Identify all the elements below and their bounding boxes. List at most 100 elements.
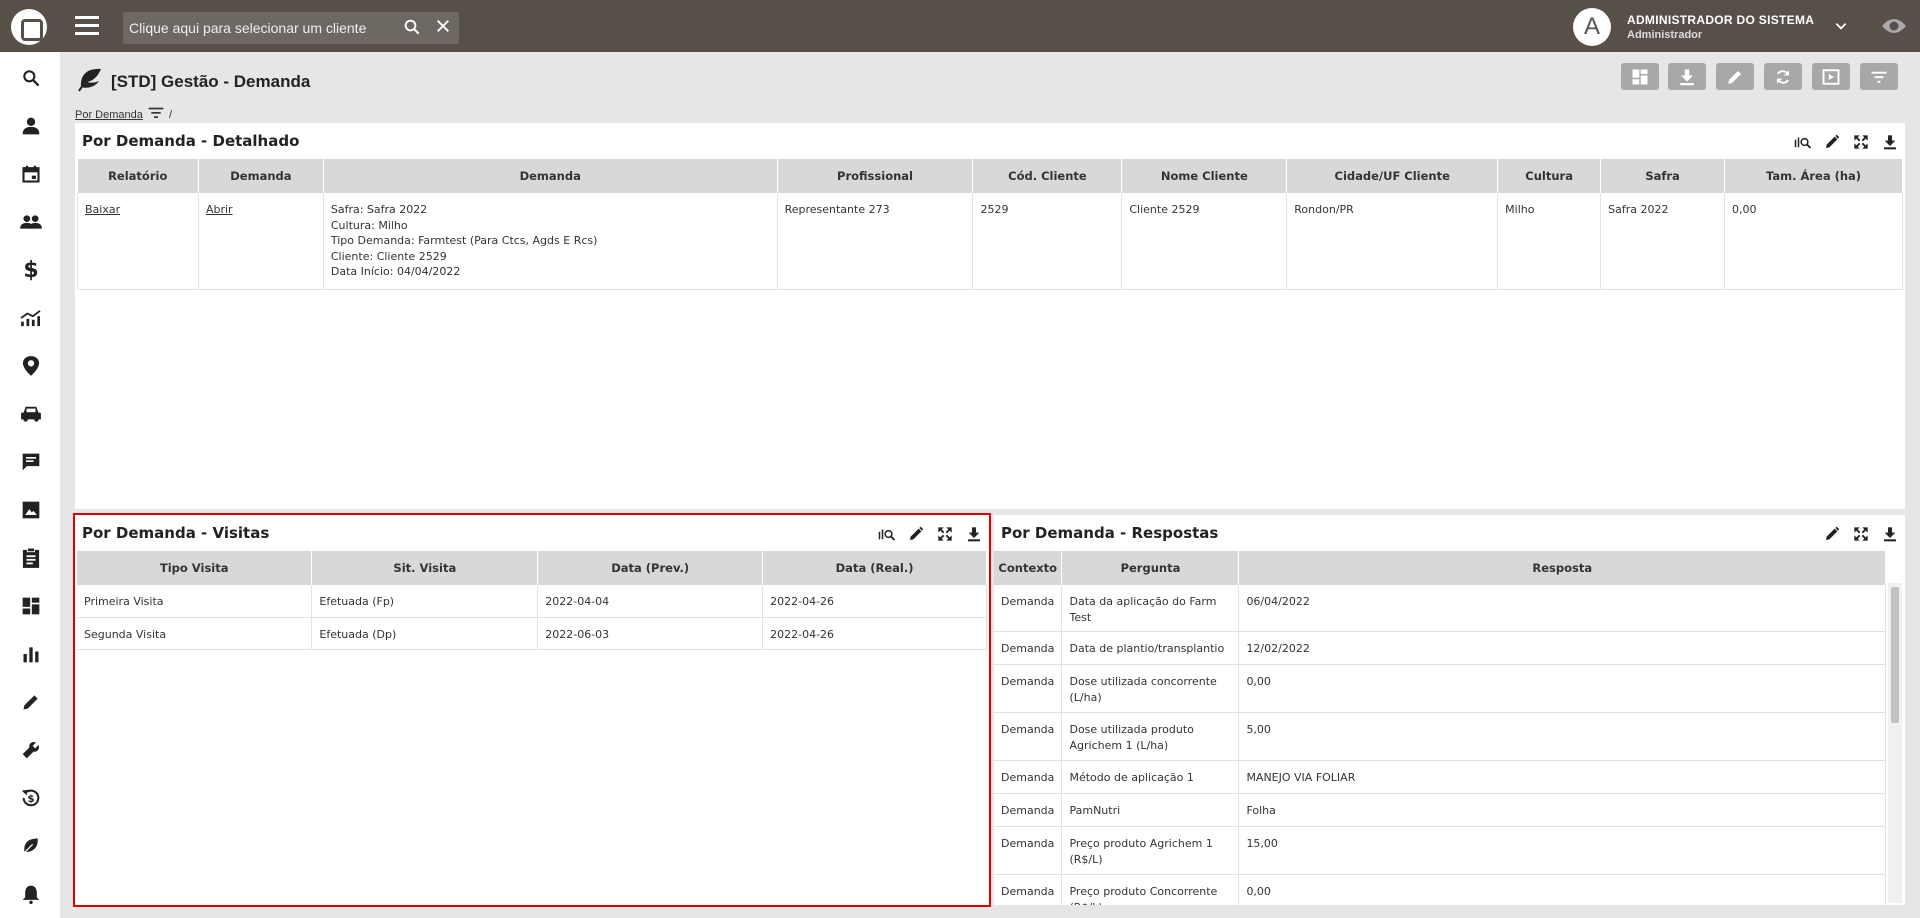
cell-data-prev: 2022-06-03 [537, 617, 764, 650]
cell-sit-visita: Efetuada (Dp) [311, 617, 539, 650]
user-role: Administrador [1627, 29, 1703, 41]
table-row[interactable]: Segunda Visita Efetuada (Dp) 2022-06-03 … [77, 617, 987, 650]
breadcrumb: Por Demanda / [75, 107, 172, 122]
download-button[interactable] [1668, 63, 1706, 90]
cell-nome-cliente: Cliente 2529 [1121, 193, 1288, 290]
download-icon[interactable] [965, 525, 983, 543]
column-header[interactable]: Pergunta [1061, 551, 1240, 585]
alert-icon[interactable] [19, 882, 43, 906]
cell-pergunta: Método de aplicação 1 [1061, 760, 1240, 794]
table-row[interactable]: Demanda PamNutri Folha [994, 793, 1886, 827]
table-row[interactable]: Primeira Visita Efetuada (Fp) 2022-04-04… [77, 585, 987, 618]
chevron-down-icon[interactable] [1834, 18, 1848, 37]
column-header[interactable]: Data (Prev.) [537, 551, 764, 585]
column-header[interactable]: Tam. Área (ha) [1724, 159, 1903, 193]
edit-button[interactable] [1716, 63, 1754, 90]
person-icon[interactable] [19, 114, 43, 138]
filter-icon[interactable] [148, 107, 164, 122]
cell-resposta: Folha [1238, 793, 1886, 827]
column-header[interactable]: Cód. Cliente [972, 159, 1123, 193]
menu-icon[interactable] [75, 16, 99, 36]
demand-detail-line: Safra: Safra 2022 [330, 203, 428, 216]
column-header[interactable]: Profissional [777, 159, 974, 193]
column-header[interactable]: Demanda [198, 159, 324, 193]
panel-title: Por Demanda - Respostas [1001, 524, 1219, 542]
column-header[interactable]: Data (Real.) [762, 551, 987, 585]
top-bar: A ADMINISTRADOR DO SISTEMA Administrador [0, 0, 1920, 52]
cell-sit-visita: Efetuada (Fp) [311, 585, 539, 618]
cell-contexto: Demanda [994, 712, 1063, 761]
pencil-icon[interactable] [19, 690, 43, 714]
table-row[interactable]: Demanda Dose utilizada concorrente (L/ha)… [994, 664, 1886, 713]
user-name[interactable]: ADMINISTRADOR DO SISTEMA [1627, 13, 1814, 27]
panel-actions [1823, 525, 1899, 543]
cell-resposta: 06/04/2022 [1238, 585, 1886, 632]
pencil-icon[interactable] [1823, 133, 1841, 151]
table-row[interactable]: Demanda Data da aplicação do Farm Test 06/… [994, 585, 1886, 632]
present-button[interactable] [1812, 63, 1850, 90]
close-icon[interactable] [435, 18, 451, 38]
client-search-input[interactable] [129, 18, 389, 38]
image-icon[interactable] [19, 498, 43, 522]
column-header[interactable]: Demanda [323, 159, 778, 193]
column-header[interactable]: Resposta [1238, 551, 1886, 585]
column-header[interactable]: Safra [1600, 159, 1726, 193]
leaf-icon[interactable] [19, 834, 43, 858]
demand-details: Safra: Safra 2022 Cultura: Milho Tipo De… [323, 193, 778, 290]
sidebar: $ $ [0, 52, 60, 918]
table-row[interactable]: DemandaPreço produto Concorrente (R$/L)0… [994, 874, 1886, 905]
calendar-icon[interactable] [19, 162, 43, 186]
dashboard-icon[interactable] [19, 594, 43, 618]
clipboard-icon[interactable] [19, 546, 43, 570]
pencil-icon[interactable] [907, 525, 925, 543]
table-row[interactable]: Demanda Preço produto Agrichem 1 (R$/L) 15… [994, 826, 1886, 875]
table-row[interactable]: Demanda Método de aplicação 1 MANEJO VIA F… [994, 760, 1886, 794]
eye-icon[interactable] [1880, 16, 1908, 40]
chart-trend-icon[interactable] [19, 306, 43, 330]
app-logo[interactable] [11, 9, 47, 45]
filter-button[interactable] [1860, 63, 1898, 90]
analysis-icon[interactable] [878, 525, 896, 543]
search-icon[interactable] [403, 18, 421, 40]
expand-icon[interactable] [1852, 525, 1870, 543]
avatar[interactable]: A [1573, 8, 1611, 46]
column-header[interactable]: Cultura [1497, 159, 1602, 193]
column-header[interactable]: Nome Cliente [1121, 159, 1288, 193]
open-demand-link[interactable]: Abrir [206, 203, 233, 216]
cell-contexto: Demanda [994, 585, 1063, 632]
dollar-icon[interactable]: $ [19, 258, 43, 283]
search-icon[interactable] [19, 66, 43, 90]
column-header[interactable]: Tipo Visita [77, 551, 313, 585]
download-icon[interactable] [1881, 133, 1899, 151]
scrollbar-thumb[interactable] [1891, 587, 1899, 723]
wrench-icon[interactable] [19, 738, 43, 762]
table-row[interactable]: Demanda Dose utilizada produto Agrichem 1… [994, 712, 1886, 761]
breadcrumb-link[interactable]: Por Demanda [75, 109, 143, 121]
download-icon[interactable] [1881, 525, 1899, 543]
column-header[interactable]: Sit. Visita [311, 551, 539, 585]
layout-button[interactable] [1621, 63, 1659, 90]
answers-table: Contexto Pergunta Resposta Demanda Data d… [994, 551, 1886, 905]
download-report-link[interactable]: Baixar [85, 203, 120, 216]
table-row[interactable]: Demanda Data de plantio/transplantio 12/02… [994, 631, 1886, 665]
cell-cidade: Rondon/PR [1286, 193, 1499, 290]
answers-scrollbar[interactable] [1888, 583, 1902, 903]
refresh-button[interactable] [1764, 63, 1802, 90]
pencil-icon[interactable] [1823, 525, 1841, 543]
cell-profissional: Representante 273 [777, 193, 974, 290]
cell-contexto: Demanda [994, 793, 1063, 827]
people-icon[interactable] [19, 210, 43, 234]
expand-icon[interactable] [936, 525, 954, 543]
expand-icon[interactable] [1852, 133, 1870, 151]
location-pin-icon[interactable] [19, 354, 43, 378]
column-header[interactable]: Relatório [77, 159, 199, 193]
column-header[interactable]: Cidade/UF Cliente [1286, 159, 1499, 193]
chat-icon[interactable] [19, 450, 43, 474]
column-header[interactable]: Contexto [994, 551, 1063, 585]
car-icon[interactable] [19, 402, 43, 426]
cell-data-real: 2022-04-26 [762, 585, 987, 618]
money-history-icon[interactable]: $ [19, 786, 43, 810]
svg-text:$: $ [27, 794, 34, 805]
bar-chart-icon[interactable] [19, 642, 43, 666]
analysis-icon[interactable] [1794, 133, 1812, 151]
